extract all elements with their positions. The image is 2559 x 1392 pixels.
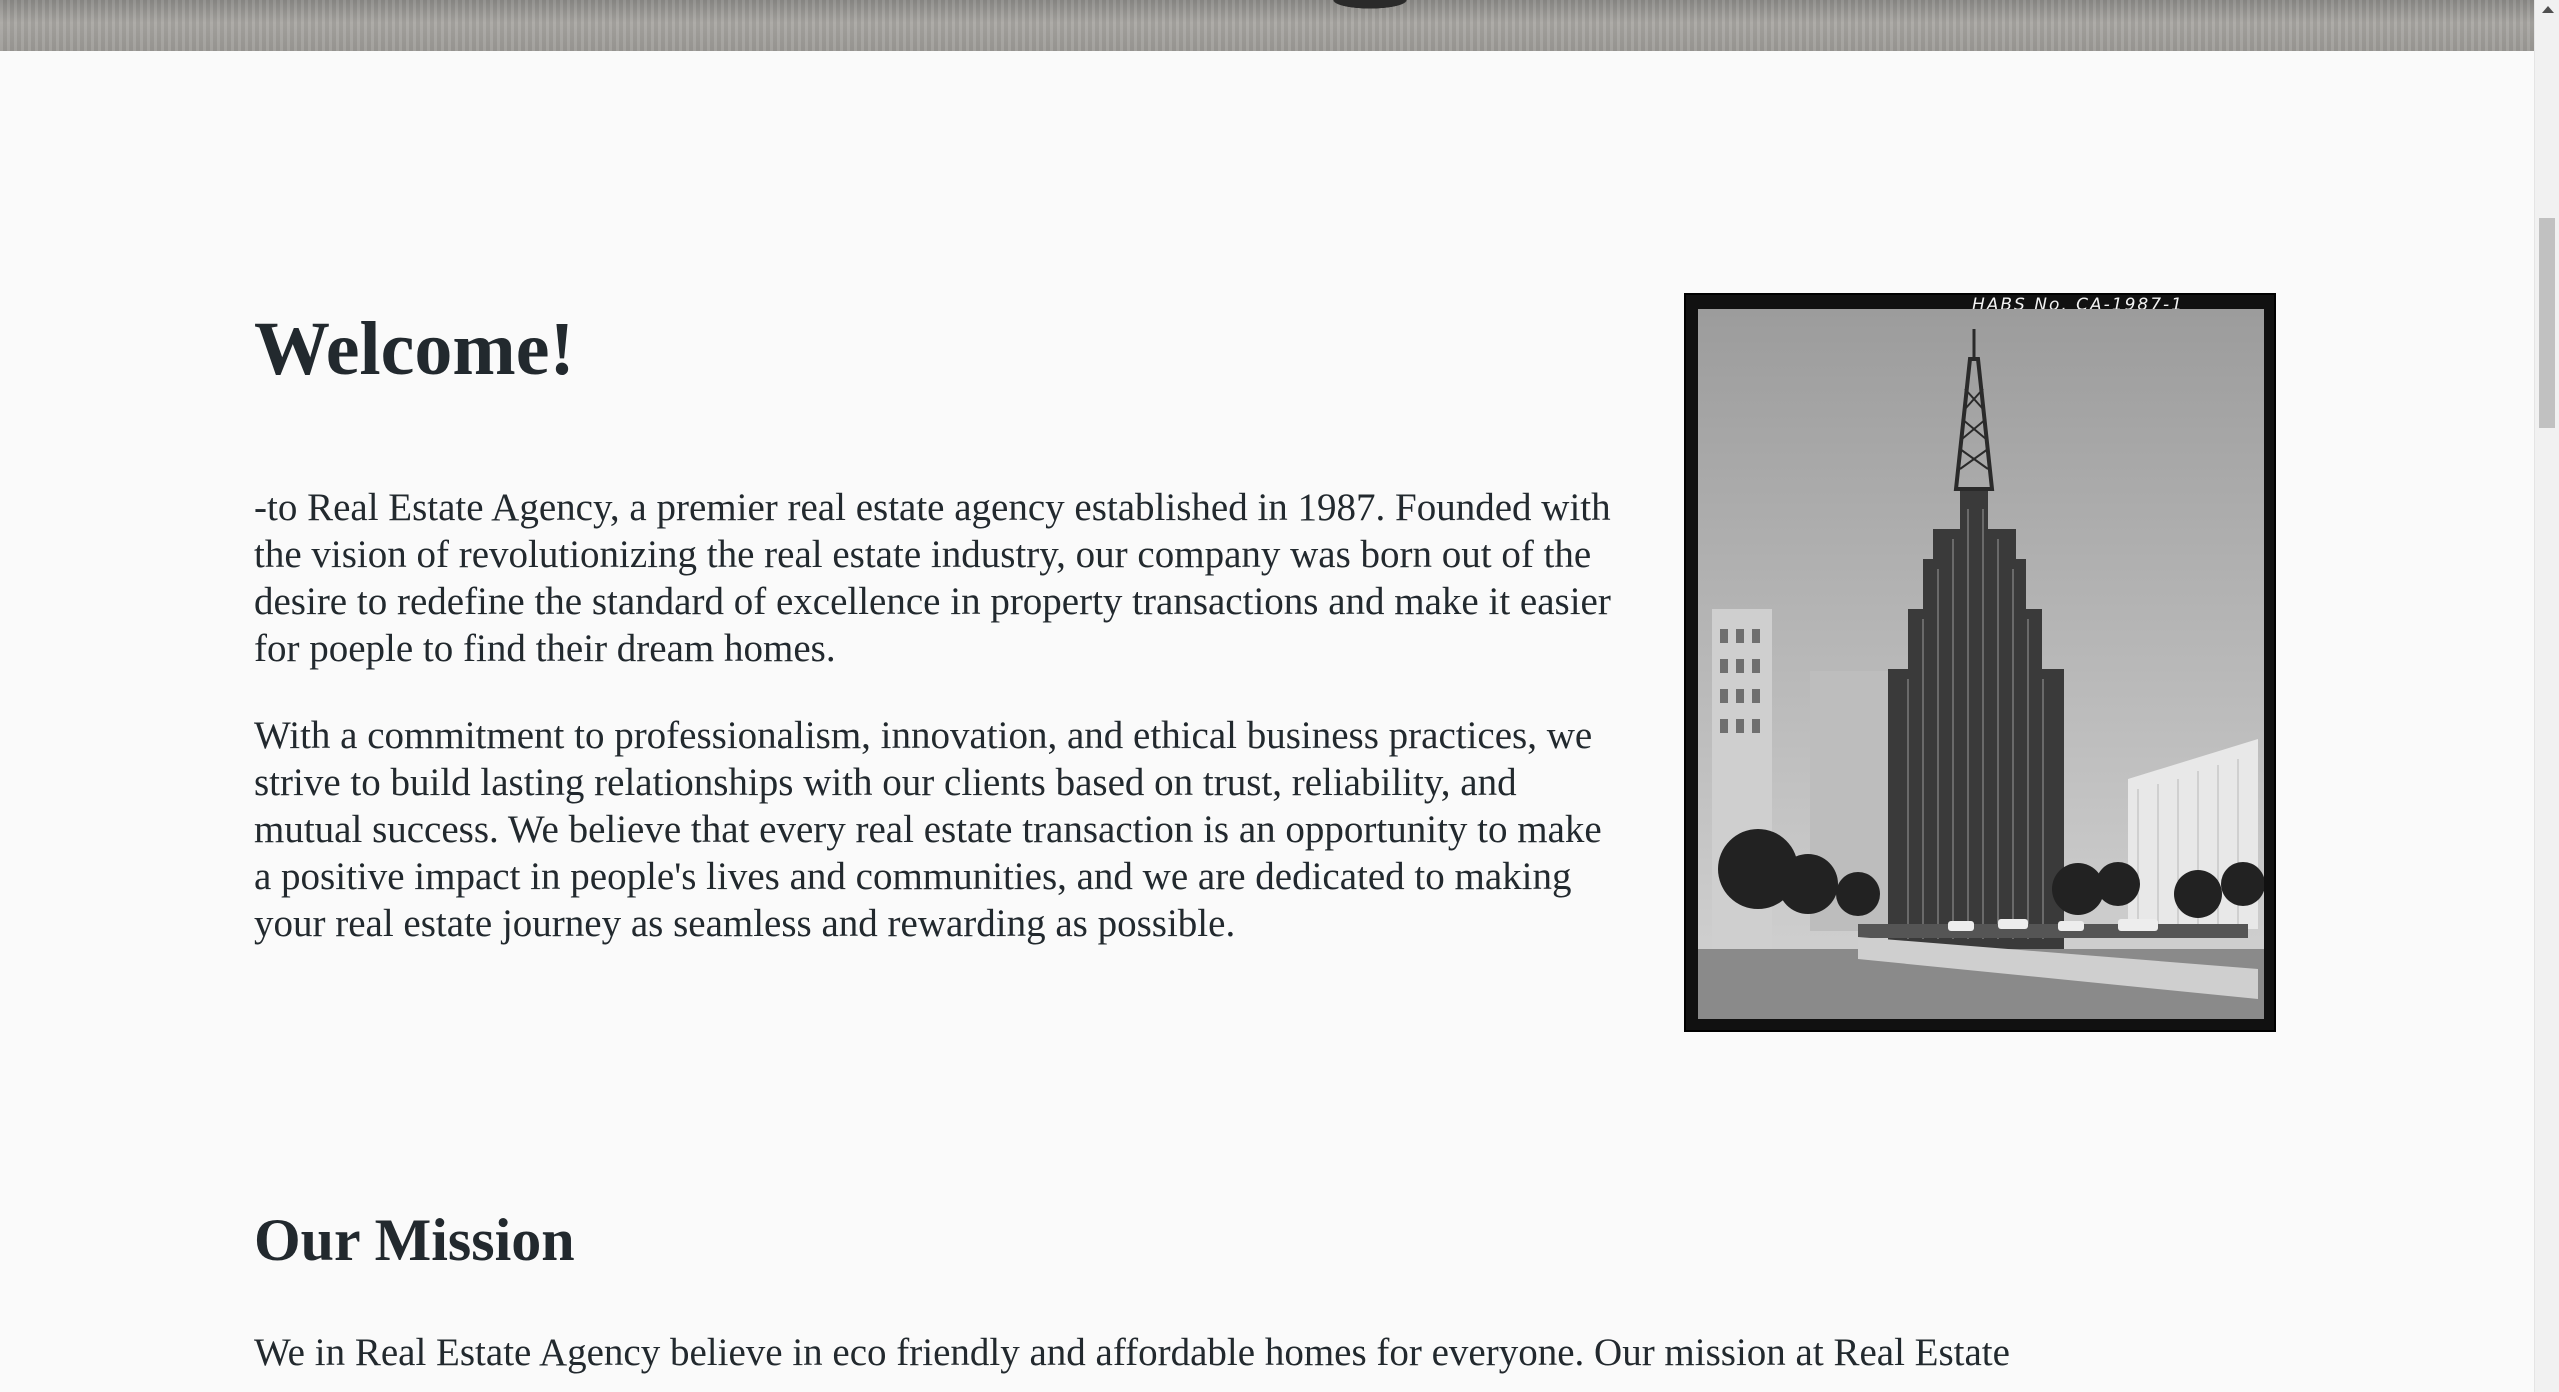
vertical-scrollbar[interactable]	[2534, 0, 2559, 1392]
mission-title: Our Mission	[254, 1207, 575, 1273]
welcome-paragraph: With a commitment to professionalism, in…	[254, 714, 1602, 945]
welcome-text: -to Real Estate Agency, a premier real e…	[254, 484, 1614, 987]
scroll-up-arrow-icon[interactable]	[2542, 6, 2554, 13]
tower-building-illustration	[1698, 309, 2264, 1019]
welcome-paragraph: -to Real Estate Agency, a premier real e…	[254, 486, 1611, 670]
building-photo: HABS No. CA-1987-1	[1684, 293, 2276, 1032]
mission-text: We in Real Estate Agency believe in eco …	[254, 1331, 2010, 1374]
main-content: Welcome! -to Real Estate Agency, a premi…	[0, 51, 2534, 1392]
scrollbar-thumb[interactable]	[2539, 218, 2555, 428]
hero-banner-image	[0, 0, 2534, 51]
welcome-title: Welcome!	[254, 307, 575, 391]
